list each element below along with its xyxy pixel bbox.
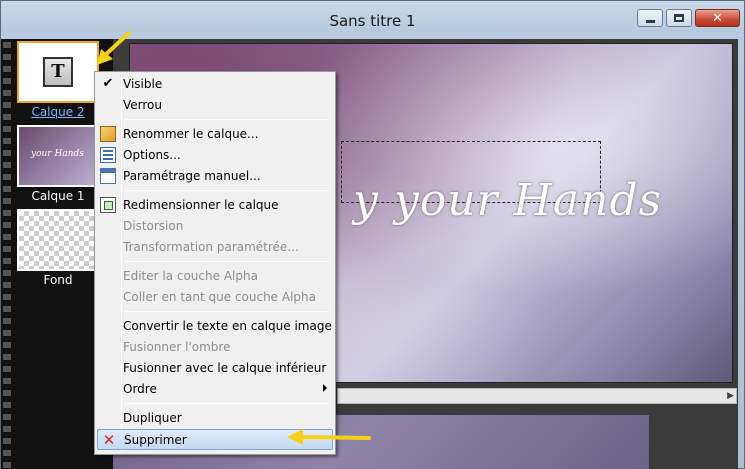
thumbnail-text: your Hands: [31, 149, 84, 159]
menu-separator: [125, 190, 329, 191]
maximize-button[interactable]: [666, 9, 692, 27]
app-window: Sans titre 1 ✕ ▶ y your Hands T Calque 2…: [0, 0, 745, 469]
menu-item-visible[interactable]: ✔ Visible: [97, 74, 333, 95]
check-icon: ✔: [102, 76, 114, 91]
menu-separator: [125, 119, 329, 120]
menu-item-lock[interactable]: Verrou: [97, 95, 333, 116]
menu-item-edit-alpha: Editer la couche Alpha: [123, 269, 258, 283]
options-icon: [100, 147, 116, 163]
minimize-icon: [645, 19, 655, 23]
manual-settings-icon: [100, 168, 116, 184]
menu-item-paste-alpha: Coller en tant que couche Alpha: [123, 290, 316, 304]
menu-item-duplicate[interactable]: Dupliquer: [97, 408, 333, 429]
menu-item-merge-shadow: Fusionner l'ombre: [123, 340, 231, 354]
text-layer-icon: T: [43, 57, 73, 87]
menu-item-parametric-transform: Transformation paramétrée...: [123, 240, 299, 254]
menu-item-distortion: Distorsion: [123, 219, 184, 233]
filmstrip-sprockets: [3, 39, 11, 469]
rename-icon: [100, 126, 116, 142]
menu-item-rename[interactable]: Renommer le calque...: [97, 124, 333, 145]
menu-item-convert-text[interactable]: Convertir le texte en calque image: [97, 316, 333, 337]
menu-item-merge-down[interactable]: Fusionner avec le calque inférieur: [97, 358, 333, 379]
delete-icon: ✕: [102, 431, 116, 449]
maximize-icon: [674, 14, 684, 22]
submenu-arrow-icon: [323, 384, 327, 392]
layer-context-menu: ✔ Visible Verrou Renommer le calque... O…: [94, 71, 336, 455]
close-icon: ✕: [712, 10, 723, 26]
resize-layer-icon: [100, 197, 116, 213]
menu-separator: [125, 261, 329, 262]
menu-separator: [125, 311, 329, 312]
layer-thumbnail[interactable]: [17, 209, 99, 271]
menu-separator: [125, 403, 329, 404]
layer-label[interactable]: Fond: [17, 273, 99, 287]
annotation-arrow-icon: [97, 31, 131, 65]
layer-label[interactable]: Calque 2: [17, 105, 99, 119]
layer-item-calque-2[interactable]: T Calque 2: [17, 41, 99, 119]
layer-thumbnail[interactable]: your Hands: [17, 125, 99, 187]
menu-item-resize-layer[interactable]: Redimensionner le calque: [97, 195, 333, 216]
canvas-text: y your Hands: [353, 175, 663, 226]
layer-item-fond[interactable]: Fond: [17, 209, 99, 287]
layer-label[interactable]: Calque 1: [17, 189, 99, 203]
close-button[interactable]: ✕: [695, 9, 740, 27]
minimize-button[interactable]: [637, 9, 663, 27]
menu-item-manual-settings[interactable]: Paramétrage manuel...: [97, 166, 333, 187]
layer-thumbnail[interactable]: T: [17, 41, 99, 103]
annotation-arrow-icon: [287, 429, 371, 445]
layer-item-calque-1[interactable]: your Hands Calque 1: [17, 125, 99, 203]
menu-item-options[interactable]: Options...: [97, 145, 333, 166]
menu-item-order[interactable]: Ordre: [97, 379, 333, 400]
scroll-right-icon[interactable]: ▶: [727, 391, 734, 401]
horizontal-scrollbar[interactable]: ▶: [337, 388, 737, 404]
